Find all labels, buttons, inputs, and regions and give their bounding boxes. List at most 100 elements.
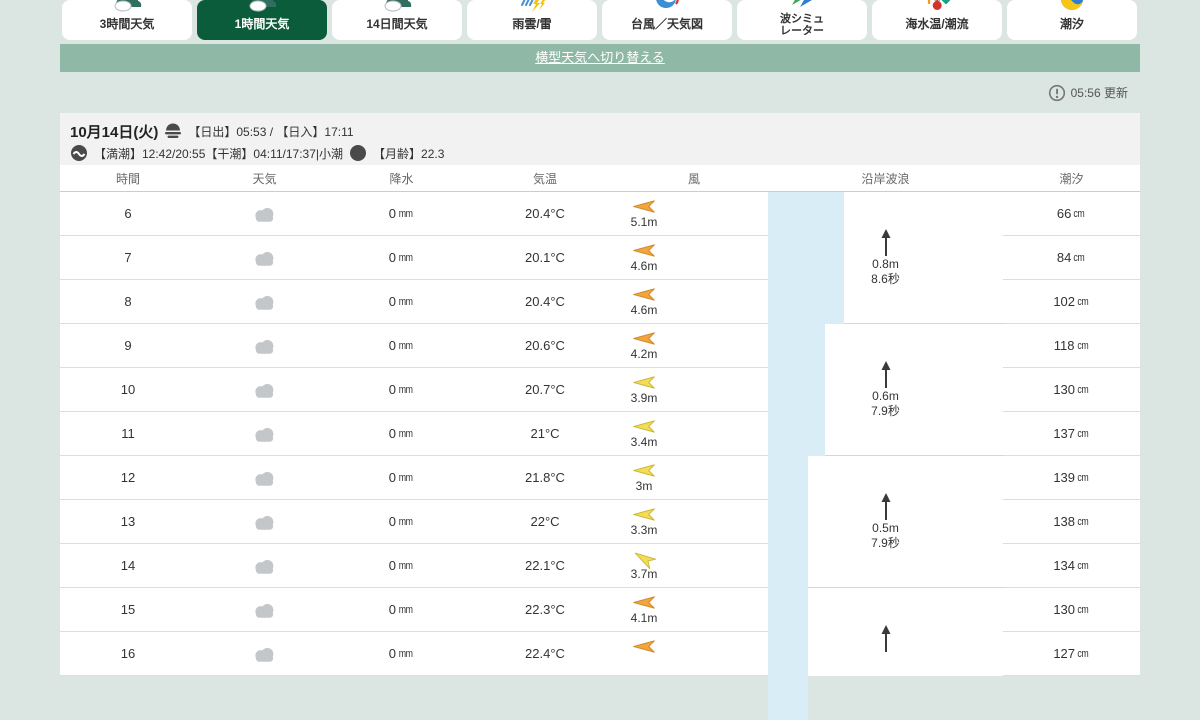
weather-cell — [196, 500, 333, 544]
wind-direction-icon — [633, 507, 655, 521]
temp-cell: 22.4 °C — [470, 632, 620, 676]
wind-direction-icon — [633, 243, 655, 257]
column-header-coastal-wave: 沿岸波浪 — [861, 171, 910, 186]
coastal-wave-group: 0.5m 7.9秒 — [768, 456, 1003, 588]
wind-direction-icon — [633, 419, 655, 433]
hour-cell: 8 — [60, 280, 196, 324]
precip-cell: 0 mm — [333, 500, 470, 544]
temp-cell: 22.3 °C — [470, 588, 620, 632]
tide-cell: 127 cm — [1003, 632, 1140, 676]
coastal-wave-group — [768, 588, 1003, 720]
precip-cell: 0 mm — [333, 632, 470, 676]
wind-direction-icon — [633, 463, 655, 477]
wind-cell: 3.4m — [620, 412, 768, 456]
column-header-wind: 風 — [687, 171, 700, 186]
precip-cell: 0 mm — [333, 324, 470, 368]
tab-label: 雨雲/雷 — [512, 17, 552, 32]
tab-label: 3時間天気 — [99, 17, 155, 32]
tab-1hour-weather[interactable]: 1時間天気 — [197, 0, 327, 40]
wave-height: 0.8m — [872, 257, 899, 271]
weather-cell — [196, 544, 333, 588]
wind-cell — [620, 632, 768, 676]
hour-cell: 10 — [60, 368, 196, 412]
weather-cell — [196, 632, 333, 676]
hour-cell: 7 — [60, 236, 196, 280]
tide-cell: 66 cm — [1003, 192, 1140, 236]
cloudy-icon — [255, 471, 274, 486]
tide-cell: 139 cm — [1003, 456, 1140, 500]
hour-cell: 11 — [60, 412, 196, 456]
column-header-temp: 気温 — [532, 171, 557, 186]
hour-cell: 16 — [60, 632, 196, 676]
hour-cell: 9 — [60, 324, 196, 368]
precip-cell: 0 mm — [333, 280, 470, 324]
column-header-time: 時間 — [115, 171, 140, 186]
wave-direction-up-icon — [880, 493, 891, 521]
tide-times-text: 【満潮】12:42/20:55【干潮】04:11/17:37|小潮 — [94, 146, 344, 161]
switch-to-horizontal-link[interactable]: 横型天気へ切り替える — [535, 50, 665, 65]
rain-lightning-icon — [521, 0, 547, 13]
weather-cell — [196, 412, 333, 456]
date-header: 10月14日(火) 【日出】05:53 / 【日入】17:11 【満潮】12:4… — [60, 113, 1140, 165]
temp-cell: 22 °C — [470, 500, 620, 544]
precip-cell: 0 mm — [333, 456, 470, 500]
wind-cell: 3.3m — [620, 500, 768, 544]
cloudy-icon — [255, 559, 274, 574]
wind-direction-icon — [633, 595, 655, 609]
update-info-icon — [1048, 84, 1065, 101]
weather-cell — [196, 456, 333, 500]
precip-cell: 0 mm — [333, 192, 470, 236]
tab-typhoon-weathermap[interactable]: 台風／天気図 — [602, 0, 732, 40]
hour-cell: 12 — [60, 456, 196, 500]
tab-label: 14日間天気 — [366, 17, 428, 32]
wave-period: 7.9秒 — [871, 404, 900, 418]
temp-cell: 21.8 °C — [470, 456, 620, 500]
wind-cell: 3m — [620, 456, 768, 500]
tab-14day-weather[interactable]: 14日間天気 — [332, 0, 462, 40]
tab-3hour-weather[interactable]: 3時間天気 — [62, 0, 192, 40]
precip-cell: 0 mm — [333, 236, 470, 280]
tab-seatemp-current[interactable]: 海水温/潮流 — [872, 0, 1002, 40]
update-row: 05:56 更新 — [60, 72, 1140, 113]
wave-simulator-icon — [792, 0, 816, 8]
weather-nav-tabs: 3時間天気 1時間天気 14日間天気 雨雲/雷 台風／天気図 波シミュ レーター… — [60, 0, 1140, 40]
precip-cell: 0 mm — [333, 588, 470, 632]
cloudy-icon — [255, 603, 274, 618]
tab-label: 波シミュ レーター — [780, 12, 824, 38]
wind-direction-icon — [633, 287, 655, 301]
weather-cell — [196, 368, 333, 412]
precip-cell: 0 mm — [333, 368, 470, 412]
coastal-wave-group: 0.6m 7.9秒 — [768, 324, 1003, 456]
weather-cell — [196, 324, 333, 368]
column-header-weather: 天気 — [252, 171, 277, 186]
cloudy-icon — [255, 295, 274, 310]
tide-cell: 134 cm — [1003, 544, 1140, 588]
wave-direction-up-icon — [880, 229, 891, 257]
tab-tide[interactable]: 潮汐 — [1007, 0, 1137, 40]
temp-cell: 21 °C — [470, 412, 620, 456]
weather-cell — [196, 236, 333, 280]
moon-phase-icon — [350, 145, 367, 161]
wind-cell: 4.6m — [620, 236, 768, 280]
tide-cell: 84 cm — [1003, 236, 1140, 280]
tab-label: 海水温/潮流 — [905, 17, 969, 32]
tab-wave-simulator[interactable]: 波シミュ レーター — [737, 0, 867, 40]
tide-cell: 130 cm — [1003, 588, 1140, 632]
wave-direction-up-icon — [880, 361, 891, 389]
page-content: 3時間天気 1時間天気 14日間天気 雨雲/雷 台風／天気図 波シミュ レーター… — [60, 0, 1140, 720]
wave-height: 0.5m — [872, 521, 899, 535]
cloudy-icon — [255, 647, 274, 662]
hour-cell: 15 — [60, 588, 196, 632]
temp-cell: 20.7 °C — [470, 368, 620, 412]
sunrise-icon — [165, 123, 182, 138]
hourly-forecast-section: 10月14日(火) 【日出】05:53 / 【日入】17:11 【満潮】12:4… — [60, 113, 1140, 720]
tab-label: 1時間天気 — [234, 17, 290, 32]
typhoon-icon — [654, 0, 679, 10]
coastal-wave-group: 0.8m 8.6秒 — [768, 192, 1003, 324]
temp-cell: 22.1 °C — [470, 544, 620, 588]
tab-raincloud-lightning[interactable]: 雨雲/雷 — [467, 0, 597, 40]
sun-cloud-icon — [114, 0, 142, 12]
tide-icon — [1057, 0, 1087, 14]
column-header-precip: 降水 — [389, 171, 414, 186]
precip-cell: 0 mm — [333, 412, 470, 456]
